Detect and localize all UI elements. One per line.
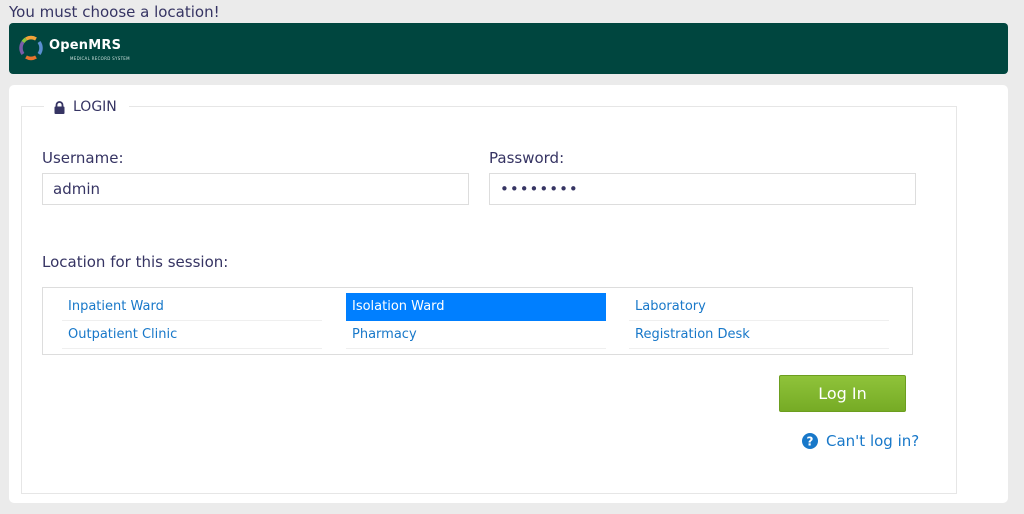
location-item-pharmacy[interactable]: Pharmacy xyxy=(346,321,606,349)
location-label: Location for this session: xyxy=(42,253,229,271)
login-button[interactable]: Log In xyxy=(779,375,906,412)
question-circle-icon: ? xyxy=(802,433,818,449)
location-item-inpatient-ward[interactable]: Inpatient Ward xyxy=(62,293,322,321)
logo-subtext: MEDICAL RECORD SYSTEM xyxy=(70,56,130,61)
openmrs-logo-icon xyxy=(19,35,43,61)
username-input[interactable]: admin xyxy=(42,173,469,205)
logo-text: OpenMRS xyxy=(49,38,122,53)
location-item-laboratory[interactable]: Laboratory xyxy=(629,293,889,321)
cant-login-label[interactable]: Can't log in? xyxy=(826,432,919,450)
login-panel: LOGIN Username: admin Password: ••••••••… xyxy=(9,85,1008,503)
login-legend-label: LOGIN xyxy=(73,99,117,115)
header-bar: OpenMRS MEDICAL RECORD SYSTEM xyxy=(9,23,1008,74)
cant-login-link[interactable]: ? Can't log in? xyxy=(802,432,919,450)
location-item-registration-desk[interactable]: Registration Desk xyxy=(629,321,889,349)
username-label: Username: xyxy=(42,149,124,167)
svg-text:?: ? xyxy=(807,435,814,449)
location-item-isolation-ward[interactable]: Isolation Ward xyxy=(346,293,606,321)
password-label: Password: xyxy=(489,149,565,167)
lock-icon xyxy=(54,100,65,114)
password-input[interactable]: •••••••• xyxy=(489,173,916,205)
error-message: You must choose a location! xyxy=(9,3,220,21)
location-list: Inpatient Ward Isolation Ward Laboratory… xyxy=(42,287,913,355)
location-item-outpatient-clinic[interactable]: Outpatient Clinic xyxy=(62,321,322,349)
login-legend: LOGIN xyxy=(44,97,129,117)
